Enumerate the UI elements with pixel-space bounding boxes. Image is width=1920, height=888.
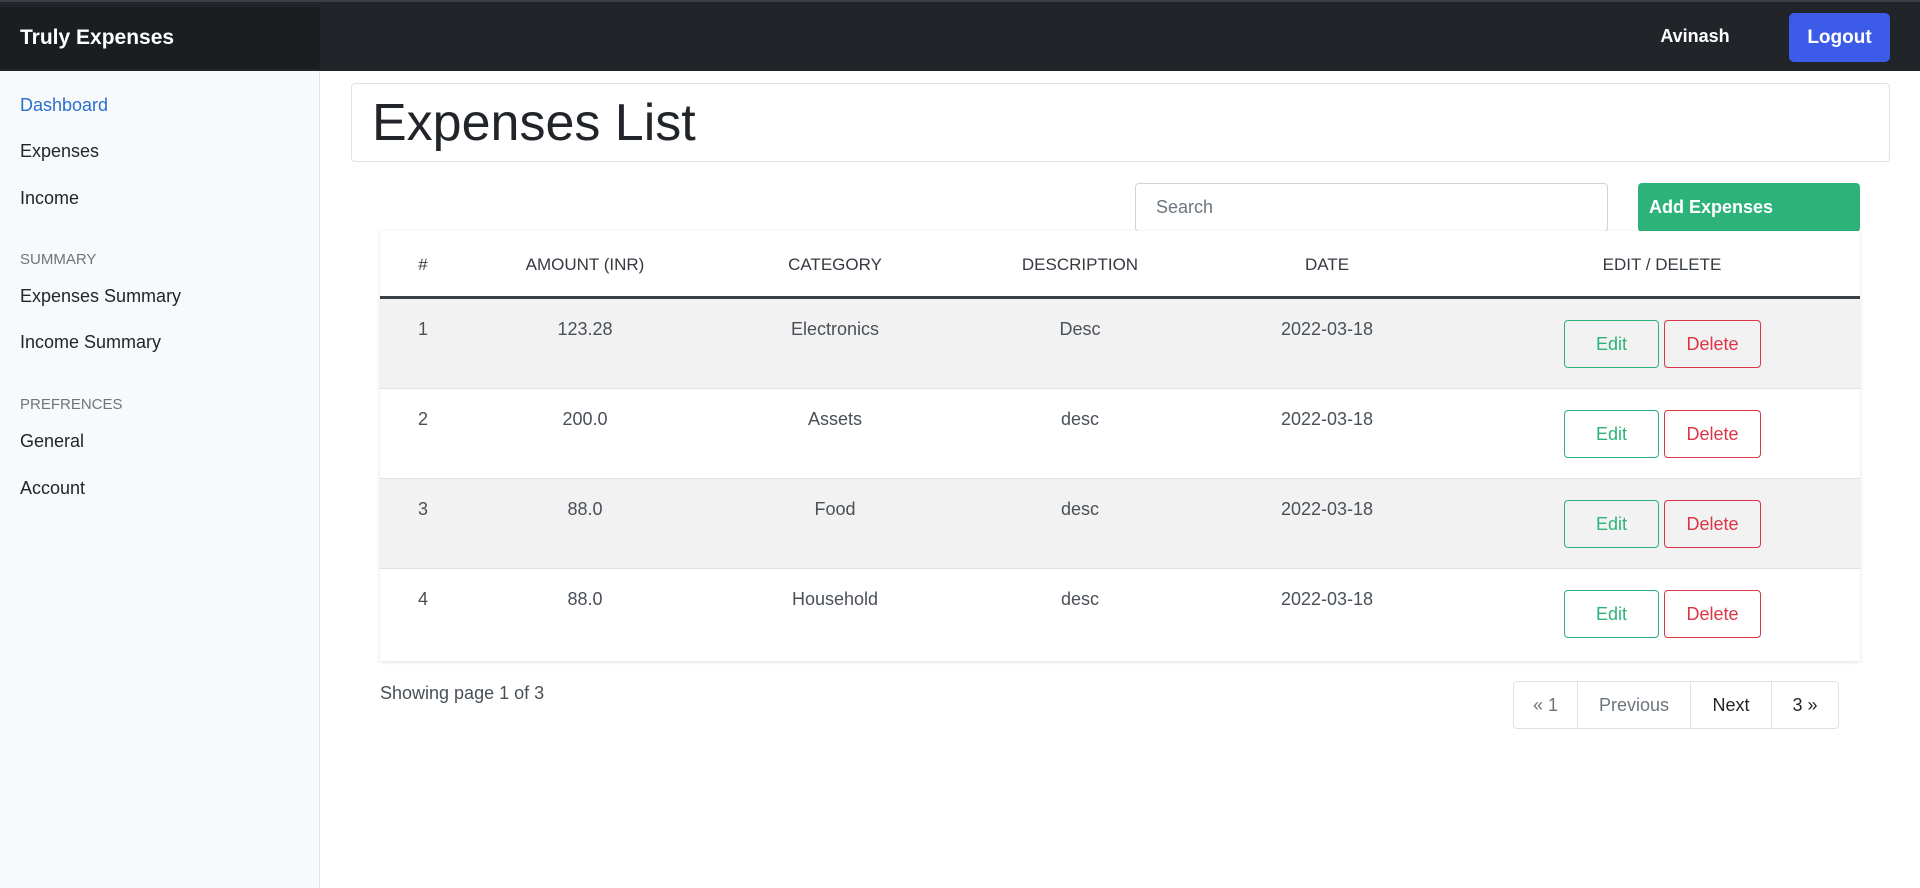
sidebar: Dashboard Expenses Income SUMMARY Expens… <box>0 71 320 888</box>
sidebar-item-expenses[interactable]: Expenses <box>20 136 99 166</box>
delete-button[interactable]: Delete <box>1664 500 1761 548</box>
cell-description: Desc <box>1059 318 1101 339</box>
page-previous-link[interactable]: Previous <box>1578 682 1691 728</box>
page-last-link[interactable]: 3 » <box>1772 682 1838 728</box>
cell-date: 2022-03-18 <box>1280 498 1374 519</box>
cell-description: desc <box>1060 588 1100 609</box>
pagination: « 1 Previous Next 3 » <box>1513 681 1839 729</box>
delete-button[interactable]: Delete <box>1664 410 1761 458</box>
search-input[interactable] <box>1135 183 1608 232</box>
sidebar-item-income[interactable]: Income <box>20 183 79 213</box>
delete-button[interactable]: Delete <box>1664 590 1761 638</box>
sidebar-item-general[interactable]: General <box>20 426 84 456</box>
cell-description: desc <box>1060 498 1100 519</box>
sidebar-item-dashboard[interactable]: Dashboard <box>20 90 108 120</box>
sidebar-item-account[interactable]: Account <box>20 473 85 503</box>
logout-button[interactable]: Logout <box>1789 13 1890 62</box>
column-header-number: # <box>418 255 428 274</box>
page-info: Showing page 1 of 3 <box>380 682 545 703</box>
cell-amount: 88.0 <box>567 498 603 519</box>
edit-button[interactable]: Edit <box>1564 320 1659 368</box>
page-next-link[interactable]: Next <box>1691 682 1772 728</box>
cell-description: desc <box>1060 408 1100 429</box>
cell-number: 1 <box>417 318 428 339</box>
column-header-category: CATEGORY <box>788 255 882 274</box>
cell-date: 2022-03-18 <box>1280 408 1374 429</box>
table-row: 4 88.0 Household desc 2022-03-18 Edit De… <box>380 569 1860 659</box>
cell-category: Assets <box>807 408 863 429</box>
delete-button[interactable]: Delete <box>1664 320 1761 368</box>
column-header-amount: AMOUNT (INR) <box>525 255 645 274</box>
column-header-edit-delete: EDIT / DELETE <box>1602 255 1722 274</box>
page-title: Expenses List <box>372 93 696 152</box>
sidebar-item-income-summary[interactable]: Income Summary <box>20 327 161 357</box>
sidebar-heading-preferences: PREFRENCES <box>20 395 123 413</box>
table-row: 1 123.28 Electronics Desc 2022-03-18 Edi… <box>380 299 1860 389</box>
sidebar-item-expenses-summary[interactable]: Expenses Summary <box>20 281 181 311</box>
top-navbar: Truly Expenses Avinash Logout <box>0 0 1920 71</box>
brand-logo[interactable]: Truly Expenses <box>0 7 320 69</box>
cell-category: Food <box>814 498 856 519</box>
page-title-card: Expenses List <box>351 83 1890 162</box>
edit-button[interactable]: Edit <box>1564 590 1659 638</box>
cell-number: 4 <box>417 588 428 609</box>
table-header: # AMOUNT (INR) CATEGORY DESCRIPTION DATE… <box>380 231 1860 299</box>
edit-button[interactable]: Edit <box>1564 500 1659 548</box>
user-name[interactable]: Avinash <box>1640 2 1750 71</box>
cell-category: Electronics <box>790 318 880 339</box>
cell-number: 3 <box>417 498 428 519</box>
cell-date: 2022-03-18 <box>1280 588 1374 609</box>
page-first-link[interactable]: « 1 <box>1514 682 1578 728</box>
sidebar-heading-summary: SUMMARY <box>20 250 97 268</box>
column-header-date: DATE <box>1304 255 1350 274</box>
cell-amount: 88.0 <box>567 588 603 609</box>
table-row: 3 88.0 Food desc 2022-03-18 Edit Delete <box>380 479 1860 569</box>
add-expenses-button[interactable]: Add Expenses <box>1638 183 1860 232</box>
edit-button[interactable]: Edit <box>1564 410 1659 458</box>
cell-amount: 200.0 <box>562 408 608 429</box>
cell-number: 2 <box>417 408 428 429</box>
cell-amount: 123.28 <box>557 318 613 339</box>
column-header-description: DESCRIPTION <box>1021 255 1139 274</box>
table-row: 2 200.0 Assets desc 2022-03-18 Edit Dele… <box>380 389 1860 479</box>
cell-category: Household <box>791 588 879 609</box>
expenses-table: # AMOUNT (INR) CATEGORY DESCRIPTION DATE… <box>380 231 1860 661</box>
cell-date: 2022-03-18 <box>1280 318 1374 339</box>
